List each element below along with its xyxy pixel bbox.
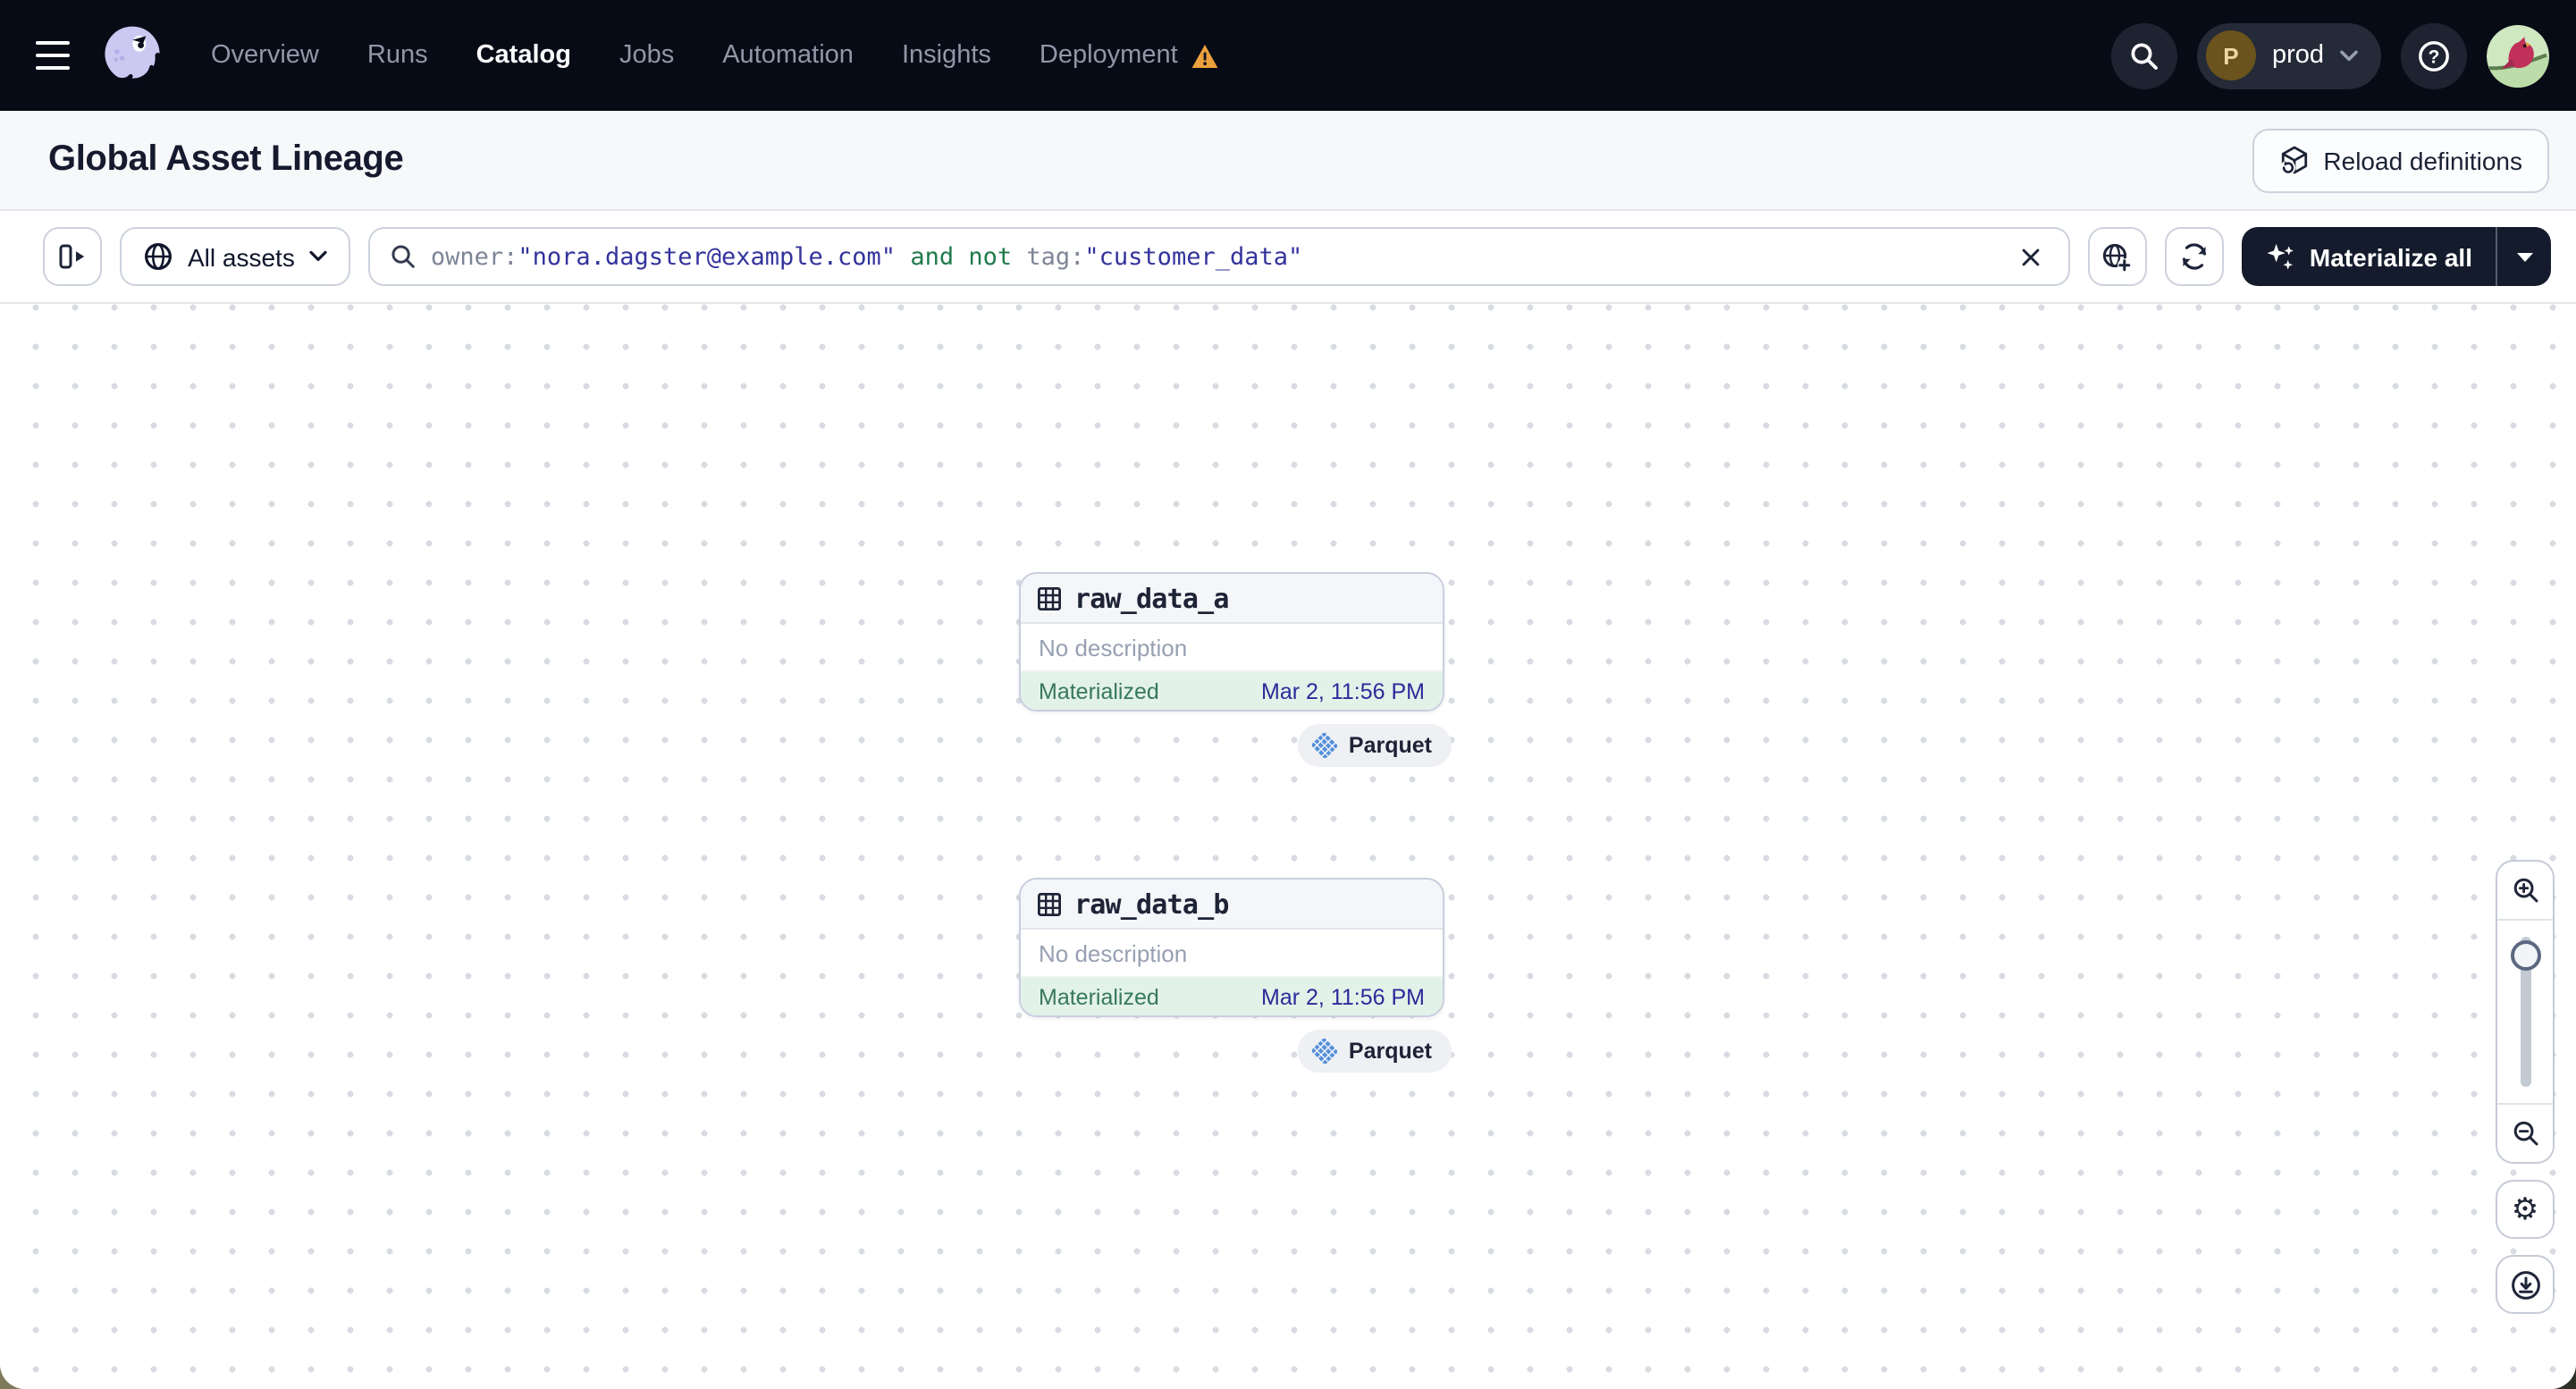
open-sidebar-panel-button[interactable] (43, 227, 102, 286)
zoom-slider-handle[interactable] (2510, 940, 2540, 971)
search-icon (391, 245, 415, 268)
zoom-out-icon (2513, 1121, 2538, 1146)
nav-item-automation[interactable]: Automation (722, 41, 854, 70)
zoom-slider[interactable] (2497, 921, 2553, 1103)
nav-item-overview[interactable]: Overview (211, 41, 319, 70)
nav-item-insights[interactable]: Insights (902, 41, 991, 70)
asset-node-group-raw-data-b: raw_data_b No description Materialized M… (1019, 878, 1452, 1073)
asset-node-raw-data-b[interactable]: raw_data_b No description Materialized M… (1019, 878, 1444, 1017)
dagster-logo[interactable] (97, 20, 168, 91)
scaled-viewport: Overview Runs Catalog Jobs Automation In… (0, 0, 2576, 1389)
warning-triangle-icon (1191, 44, 1218, 67)
chevron-down-icon (309, 250, 327, 261)
page-title: Global Asset Lineage (48, 139, 404, 179)
table-icon (1038, 586, 1062, 610)
global-search-button[interactable] (2110, 22, 2177, 88)
hamburger-menu-button[interactable] (18, 21, 86, 89)
dagster-app-window: Overview Runs Catalog Jobs Automation In… (0, 0, 2576, 1389)
deployment-switcher[interactable]: P prod (2196, 22, 2381, 88)
zoom-control-group (2496, 860, 2555, 1164)
panel-expand-icon (59, 244, 85, 269)
asset-description: No description (1039, 939, 1188, 966)
globe-icon (145, 243, 172, 270)
refresh-button[interactable] (2164, 227, 2224, 286)
asset-node-header: raw_data_a (1021, 574, 1443, 624)
primary-navigation: Overview Runs Catalog Jobs Automation In… (211, 41, 1219, 70)
asset-node-raw-data-a[interactable]: raw_data_a No description Materialized M… (1019, 572, 1444, 711)
top-nav-right-cluster: P prod ? (2110, 22, 2549, 88)
nav-item-deployment[interactable]: Deployment (1040, 41, 1219, 70)
zoom-out-button[interactable] (2497, 1103, 2553, 1162)
status-badge: Materialized (1039, 678, 1159, 703)
globe-plus-icon (2103, 242, 2133, 272)
asset-description: No description (1039, 634, 1188, 661)
clear-filter-button[interactable] (2009, 235, 2052, 278)
parquet-icon (1312, 733, 1338, 758)
reload-definitions-button[interactable]: Reload definitions (2252, 128, 2549, 192)
asset-node-group-raw-data-a: raw_data_a No description Materialized M… (1019, 572, 1452, 767)
asset-node-header: raw_data_b (1021, 880, 1443, 930)
asset-tag-parquet[interactable]: Parquet (1298, 724, 1452, 767)
query-value-tag: "customer_data" (1084, 242, 1303, 271)
dagster-octopus-icon (105, 26, 161, 85)
deployment-initial-badge: P (2205, 30, 2256, 80)
query-key-tag: tag: (1026, 242, 1085, 271)
asset-status-row: Materialized Mar 2, 11:56 PM (1021, 670, 1443, 710)
tag-label: Parquet (1348, 733, 1432, 758)
tag-label: Parquet (1348, 1039, 1432, 1064)
new-asset-selection-button[interactable] (2087, 227, 2147, 286)
query-value-owner: "nora.dagster@example.com" (518, 242, 897, 271)
asset-scope-selector[interactable]: All assets (120, 227, 350, 286)
graph-settings-button[interactable]: ⚙ (2496, 1180, 2555, 1239)
user-avatar-image (2487, 24, 2549, 87)
asset-name: raw_data_a (1074, 582, 1229, 614)
search-icon (2131, 42, 2158, 69)
zoom-in-icon (2513, 878, 2538, 903)
asset-filter-input[interactable]: owner:"nora.dagster@example.com" and not… (367, 227, 2070, 286)
reload-definitions-label: Reload definitions (2323, 146, 2522, 174)
help-icon: ? (2419, 40, 2449, 71)
query-key-owner: owner: (430, 242, 518, 271)
lineage-canvas[interactable]: raw_data_a No description Materialized M… (0, 304, 2576, 1389)
caret-down-icon (2516, 252, 2532, 261)
asset-name: raw_data_b (1074, 888, 1229, 920)
lineage-toolbar: All assets owner:"nora.dagster@example.c… (0, 211, 2576, 304)
materialize-options-button[interactable] (2496, 227, 2551, 286)
materialization-timestamp: Mar 2, 11:56 PM (1261, 678, 1425, 703)
download-graph-button[interactable] (2496, 1255, 2555, 1314)
refresh-icon (2182, 243, 2206, 270)
filter-query-text[interactable]: owner:"nora.dagster@example.com" and not… (431, 242, 1995, 271)
top-nav-bar: Overview Runs Catalog Jobs Automation In… (0, 0, 2576, 111)
materialize-all-split-button: Materialize all (2241, 227, 2551, 286)
user-avatar[interactable] (2487, 24, 2549, 87)
help-button[interactable]: ? (2401, 22, 2467, 88)
materialize-all-button[interactable]: Materialize all (2242, 227, 2496, 286)
asset-scope-label: All assets (188, 242, 295, 271)
zoom-in-button[interactable] (2497, 862, 2553, 921)
nav-item-jobs[interactable]: Jobs (619, 41, 674, 70)
nav-item-runs[interactable]: Runs (367, 41, 428, 70)
nav-item-catalog[interactable]: Catalog (476, 41, 571, 70)
close-icon (2022, 248, 2040, 265)
download-icon (2511, 1270, 2539, 1299)
chevron-down-icon (2340, 49, 2358, 61)
materialize-all-label: Materialize all (2309, 242, 2472, 271)
deployment-name: prod (2271, 41, 2324, 70)
parquet-icon (1312, 1039, 1338, 1064)
page-header: Global Asset Lineage Reload definitions (0, 111, 2576, 211)
asset-tag-parquet[interactable]: Parquet (1298, 1030, 1452, 1073)
table-icon (1038, 892, 1062, 916)
sparkles-icon (2267, 243, 2294, 270)
materialization-timestamp: Mar 2, 11:56 PM (1261, 984, 1425, 1009)
reload-definitions-icon (2279, 146, 2307, 175)
query-operator: and not (896, 242, 1027, 271)
hamburger-icon (35, 40, 69, 46)
svg-text:?: ? (2429, 46, 2440, 66)
asset-status-row: Materialized Mar 2, 11:56 PM (1021, 976, 1443, 1015)
status-badge: Materialized (1039, 984, 1159, 1009)
gear-icon: ⚙ (2511, 1192, 2539, 1226)
canvas-controls: ⚙ (2496, 860, 2555, 1314)
